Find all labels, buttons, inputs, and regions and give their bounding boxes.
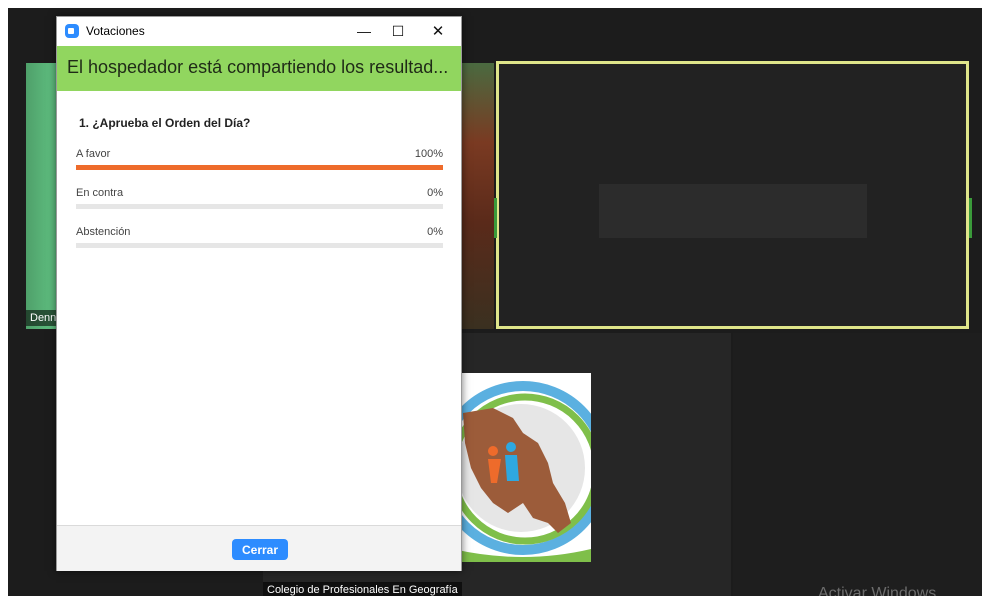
option-bar-track-abstencion	[76, 243, 443, 248]
geography-logo	[453, 373, 591, 562]
poll-results-window: Votaciones — ☐ ✕ El hospedador está comp…	[56, 16, 462, 571]
participant-name-label-bottom: Colegio de Profesionales En Geografía	[263, 582, 462, 596]
option-label-a-favor: A favor	[76, 148, 111, 160]
poll-question: 1. ¿Aprueba el Orden del Día?	[79, 116, 251, 130]
close-button[interactable]: Cerrar	[232, 539, 288, 560]
option-percent-a-favor: 100%	[414, 148, 443, 160]
option-label-abstencion: Abstención	[76, 226, 131, 238]
option-percent-en-contra: 0%	[427, 187, 443, 199]
window-title: Votaciones	[86, 24, 145, 38]
option-percent-abstencion: 0%	[427, 226, 443, 238]
banner-text: El hospedador está compartiendo los resu…	[67, 57, 449, 77]
windows-activation-watermark: Activar Windows	[818, 585, 937, 596]
option-bar-track-en-contra	[76, 204, 443, 209]
maximize-icon[interactable]: ☐	[381, 17, 415, 46]
close-icon[interactable]: ✕	[421, 17, 455, 46]
sharing-results-banner: El hospedador está compartiendo los resu…	[57, 46, 461, 91]
option-label-en-contra: En contra	[76, 187, 124, 199]
window-titlebar[interactable]: Votaciones — ☐ ✕	[57, 17, 461, 46]
minimize-icon[interactable]: —	[347, 17, 381, 46]
speaker-placeholder	[599, 184, 867, 238]
empty-participant-tile	[733, 333, 982, 596]
poll-footer: Cerrar	[57, 525, 461, 571]
active-speaker-tile[interactable]	[496, 61, 969, 329]
option-bar-track-a-favor	[76, 165, 443, 170]
zoom-app-icon	[65, 24, 79, 38]
video-stripe	[462, 63, 494, 329]
option-bar-fill-a-favor	[76, 165, 443, 170]
tile-edge-left	[494, 198, 497, 238]
tile-edge-right	[969, 198, 972, 238]
